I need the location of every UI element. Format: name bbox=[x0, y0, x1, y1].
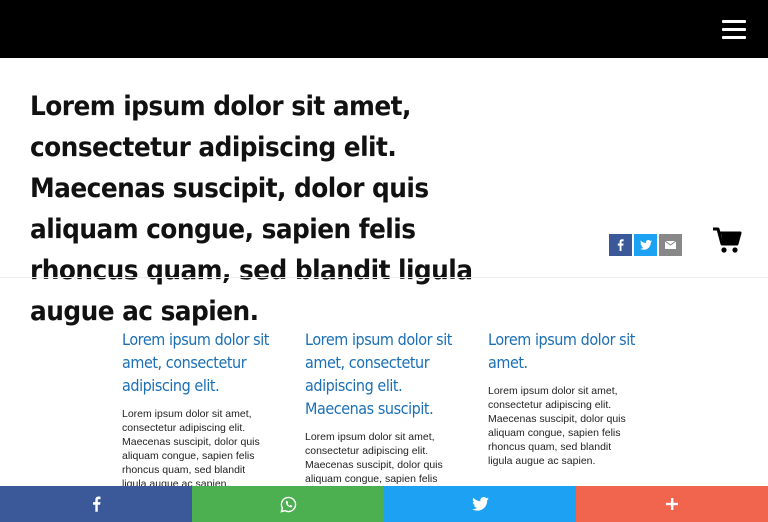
facebook-share-bar-button[interactable] bbox=[0, 486, 192, 522]
facebook-icon bbox=[617, 239, 624, 251]
sticky-share-bar bbox=[0, 486, 768, 522]
inline-share-buttons bbox=[609, 234, 682, 256]
section-divider bbox=[0, 277, 768, 278]
twitter-share-bar-button[interactable] bbox=[384, 486, 576, 522]
facebook-share-button[interactable] bbox=[609, 234, 632, 256]
column-title[interactable]: Lorem ipsum dolor sit amet, consectetur … bbox=[122, 328, 280, 397]
twitter-icon bbox=[639, 240, 652, 250]
column-text: Lorem ipsum dolor sit amet, consectetur … bbox=[488, 385, 626, 467]
hamburger-menu-icon[interactable] bbox=[722, 20, 746, 40]
twitter-icon bbox=[471, 497, 489, 511]
column-text: Lorem ipsum dolor sit amet, consectetur … bbox=[122, 408, 260, 490]
article-headline: Lorem ipsum dolor sit amet, consectetur … bbox=[30, 91, 473, 327]
top-navbar bbox=[0, 0, 768, 58]
shopping-cart-icon[interactable] bbox=[712, 227, 742, 255]
article-column-1: Lorem ipsum dolor sit amet, consectetur … bbox=[122, 328, 272, 491]
email-share-button[interactable] bbox=[659, 234, 682, 256]
twitter-share-button[interactable] bbox=[634, 234, 657, 256]
facebook-icon bbox=[92, 496, 100, 512]
whatsapp-icon bbox=[279, 496, 296, 513]
column-title[interactable]: Lorem ipsum dolor sit amet. bbox=[488, 328, 646, 374]
column-title[interactable]: Lorem ipsum dolor sit amet, consectetur … bbox=[305, 328, 463, 420]
plus-icon bbox=[666, 498, 678, 510]
more-share-bar-button[interactable] bbox=[576, 486, 768, 522]
article-column-3: Lorem ipsum dolor sit amet. Lorem ipsum … bbox=[488, 328, 638, 468]
whatsapp-share-bar-button[interactable] bbox=[192, 486, 384, 522]
email-icon bbox=[665, 241, 676, 249]
